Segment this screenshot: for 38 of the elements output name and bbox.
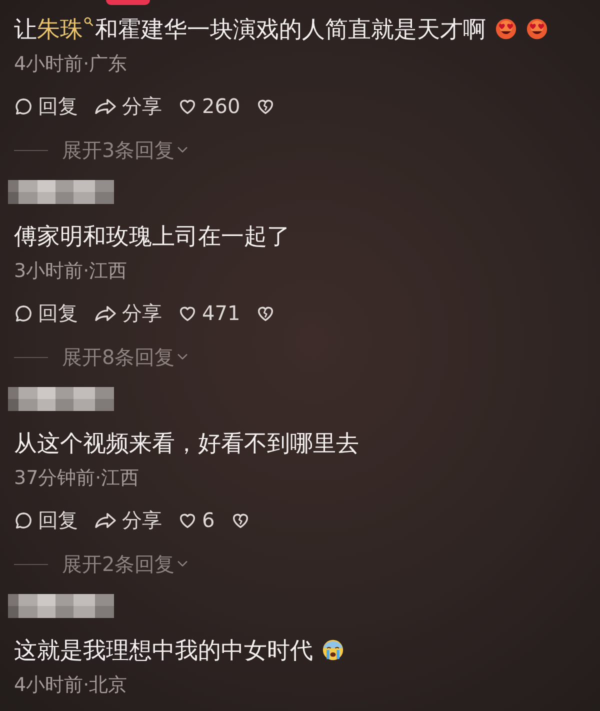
broken-heart-icon <box>256 96 276 116</box>
cut-off-tag <box>106 0 150 5</box>
comment-text: 让朱珠 和霍建华一块演戏的人简直就是天才啊 <box>0 13 600 47</box>
chevron-down-icon <box>176 353 188 361</box>
broken-heart-icon <box>230 510 250 530</box>
like-button[interactable]: 6 <box>178 507 215 533</box>
dislike-button[interactable] <box>256 96 276 116</box>
comment-text: 从这个视频来看，好看不到哪里去 <box>13 430 360 459</box>
comment-text: 傅家明和玫瑰上司在一起了 <box>13 223 291 252</box>
curved-arrow-icon <box>94 304 117 322</box>
comment-meta: 4小时前·广东 <box>13 52 128 77</box>
reply-button[interactable]: 回复 <box>14 93 78 119</box>
share-button[interactable]: 分享 <box>94 507 162 533</box>
reply-button[interactable]: 回复 <box>14 300 78 326</box>
speech-bubble-icon <box>14 510 33 530</box>
reply-button[interactable]: 回复 <box>14 507 78 533</box>
like-button[interactable]: 471 <box>178 300 240 326</box>
expand-replies-button[interactable]: 展开2条回复 <box>62 551 188 577</box>
like-button[interactable]: 260 <box>178 93 240 119</box>
share-button[interactable]: 分享 <box>94 300 162 326</box>
dislike-button[interactable] <box>230 510 250 530</box>
share-button[interactable]: 分享 <box>94 93 162 119</box>
expand-replies-button[interactable]: 展开3条回复 <box>62 137 188 163</box>
comment-meta: 3小时前·江西 <box>13 259 128 284</box>
comment-meta: 37分钟前·江西 <box>13 466 140 491</box>
chevron-down-icon <box>176 560 188 568</box>
chevron-down-icon <box>176 146 188 154</box>
expand-replies-button[interactable]: 展开8条回复 <box>62 344 188 370</box>
comment-meta: 4小时前·北京 <box>13 673 128 698</box>
curved-arrow-icon <box>94 510 117 530</box>
speech-bubble-icon <box>14 96 33 116</box>
curved-arrow-icon <box>94 96 117 116</box>
comment-text: 这就是我理想中我的中女时代 <box>0 634 600 668</box>
broken-heart-icon <box>256 304 276 322</box>
speech-bubble-icon <box>14 304 33 322</box>
dislike-button[interactable] <box>256 304 276 322</box>
keyword-link[interactable]: 朱珠 <box>37 17 95 43</box>
search-icon <box>84 17 93 26</box>
